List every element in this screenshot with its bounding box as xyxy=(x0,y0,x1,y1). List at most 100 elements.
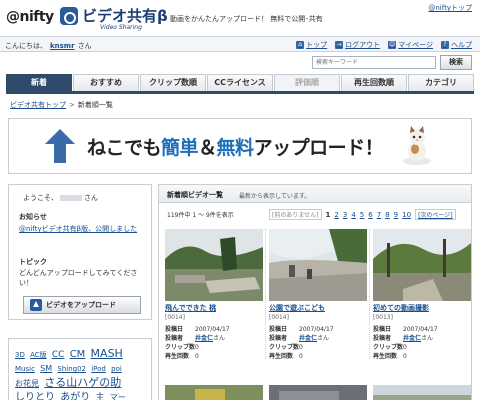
tag-link[interactable]: あがり xyxy=(60,392,90,400)
video-thumbnail[interactable] xyxy=(269,229,367,301)
poster-suffix: さん xyxy=(421,335,434,342)
page-10[interactable]: 10 xyxy=(402,211,411,219)
page-2[interactable]: 2 xyxy=(334,211,338,219)
page-8[interactable]: 8 xyxy=(385,211,389,219)
top-link-logout-label: ログアウト xyxy=(345,41,381,49)
tag-link[interactable]: AC版 xyxy=(30,351,47,359)
welcome-suffix: さん xyxy=(84,194,98,202)
tag-link[interactable]: MASH xyxy=(91,347,123,360)
pager: 119件中 1 ～ 9件を表示 [前のありません] 1 2 3 4 5 6 7 … xyxy=(159,207,471,221)
poster-link[interactable]: 井金仁 xyxy=(299,334,317,343)
video-card: 飛んでできた 桃 [0014] 投稿日 2007/04/17 投稿者 井金仁 さん ク… xyxy=(165,229,263,361)
plays-count: 0 xyxy=(195,353,199,360)
blurred-username xyxy=(60,195,82,201)
tab-new[interactable]: 新着 xyxy=(6,74,72,91)
plays-label: 再生回数 xyxy=(269,353,294,360)
tab-play-count[interactable]: 再生回数順 xyxy=(341,74,407,91)
logout-icon: → xyxy=(335,41,344,49)
tag-link[interactable]: iPod xyxy=(91,365,106,373)
tag-link[interactable]: Music xyxy=(15,365,35,373)
next-page-link[interactable]: [次のページ] xyxy=(415,209,456,220)
tag-link[interactable]: しりとり xyxy=(15,392,55,400)
posted-label: 投稿日 xyxy=(165,326,184,333)
video-title-link[interactable]: 飛んでできた 桃 xyxy=(165,304,216,312)
tag-link[interactable]: Shing02 xyxy=(57,365,86,373)
top-link-help-label: ヘルプ xyxy=(451,41,472,49)
video-title-link[interactable]: 初めての動画撮影 xyxy=(373,304,429,312)
top-link-home[interactable]: ⌂ トップ xyxy=(296,40,327,50)
page-3[interactable]: 3 xyxy=(343,211,347,219)
search-button[interactable]: 検索 xyxy=(440,55,472,70)
video-thumbnail[interactable] xyxy=(269,385,367,400)
video-thumbnail[interactable] xyxy=(373,385,471,400)
poster-link[interactable]: 井金仁 xyxy=(195,334,213,343)
video-sharing-logo[interactable]: ビデオ共有β Video Sharing xyxy=(60,5,168,33)
tag-link[interactable]: SM xyxy=(40,364,52,373)
tab-cc-license[interactable]: CCライセンス xyxy=(207,74,273,91)
page-7[interactable]: 7 xyxy=(377,211,381,219)
tagline: 動画をかんたんアップロード！ 無料で公開･共有 xyxy=(170,15,323,23)
breadcrumb: ビデオ共有トップ > 新着順一覧 xyxy=(10,100,113,110)
banner-text-e: アップロード！ xyxy=(253,137,384,159)
tag-link[interactable]: CM xyxy=(70,349,86,360)
video-id: [0014] xyxy=(165,314,185,321)
tab-recommended[interactable]: おすすめ xyxy=(73,74,139,91)
page-9[interactable]: 9 xyxy=(394,211,398,219)
video-list: 新着順ビデオ一覧 最新から表示しています。 119件中 1 ～ 9件を表示 [前… xyxy=(158,184,472,400)
home-icon: ⌂ xyxy=(296,41,305,49)
sidebar: ようこそ、 さん お知らせ @niftyビデオ共有β版、公開しました トピック ど… xyxy=(8,184,152,320)
top-link-logout[interactable]: → ログアウト xyxy=(335,40,380,50)
clips-label: クリップ数 xyxy=(165,344,196,351)
welcome-text: ようこそ、 さん xyxy=(23,193,98,203)
poster-suffix: さん xyxy=(317,335,330,342)
poster-link[interactable]: 井金仁 xyxy=(403,334,421,343)
video-meta: 投稿日 2007/04/17 投稿者 井金仁 さん クリップ数 0 再生回数 0 xyxy=(165,325,263,361)
video-title-link[interactable]: 公園で遊ぶこども xyxy=(269,304,325,312)
service-title: ビデオ共有β xyxy=(82,7,168,25)
tag-link[interactable]: 主 xyxy=(95,393,104,400)
tag-link[interactable]: さる山ハゲの助 xyxy=(44,376,121,389)
upload-video-button[interactable]: ビデオをアップロード xyxy=(23,296,141,314)
poster-label: 投稿者 xyxy=(269,335,288,342)
top-link-help[interactable]: ? ヘルプ xyxy=(441,40,472,50)
breadcrumb-home[interactable]: ビデオ共有トップ xyxy=(10,101,66,109)
video-thumbnail[interactable] xyxy=(165,229,263,301)
video-id: [0013] xyxy=(373,314,393,321)
nifty-top-link[interactable]: @niftyトップ xyxy=(428,3,472,13)
posted-label: 投稿日 xyxy=(269,326,288,333)
upload-banner[interactable]: ねこでも簡単＆無料アップロード！ xyxy=(8,118,472,174)
tag-link[interactable]: poi xyxy=(111,365,122,373)
top-link-mypage[interactable]: ☺ マイページ xyxy=(388,40,433,50)
page-6[interactable]: 6 xyxy=(368,211,372,219)
video-meta: 投稿日 2007/04/17 投稿者 井金仁 さん クリップ数 0 再生回数 0 xyxy=(269,325,367,361)
upload-video-button-label: ビデオをアップロード xyxy=(46,301,116,309)
page-4[interactable]: 4 xyxy=(351,211,355,219)
clips-count: 0 xyxy=(403,344,407,351)
tag-link[interactable]: マー xyxy=(110,393,126,400)
tab-clip-count[interactable]: クリップ数順 xyxy=(140,74,206,91)
video-id: [0014] xyxy=(269,314,289,321)
service-subtitle: Video Sharing xyxy=(100,24,142,31)
top-links: ⌂ トップ → ログアウト ☺ マイページ ? ヘルプ xyxy=(296,40,472,50)
tab-category[interactable]: カテゴリ xyxy=(408,74,474,91)
page-5[interactable]: 5 xyxy=(360,211,364,219)
username-link[interactable]: knsmr xyxy=(50,42,75,50)
clips-label: クリップ数 xyxy=(269,344,300,351)
tab-rating: 評価順 xyxy=(274,74,340,91)
notice-heading: お知らせ xyxy=(19,213,47,221)
video-meta: 投稿日 2007/04/17 投稿者 井金仁 さん クリップ数 0 再生回数 0 xyxy=(373,325,471,361)
video-thumbnail[interactable] xyxy=(165,385,263,400)
video-list-title: 新着順ビデオ一覧 xyxy=(167,191,223,199)
notice-link[interactable]: @niftyビデオ共有β版、公開しました xyxy=(19,224,149,234)
nifty-logo[interactable]: @nifty xyxy=(6,9,54,25)
poster-suffix: さん xyxy=(213,335,226,342)
clips-count: 0 xyxy=(299,344,303,351)
tag-link[interactable]: 3D xyxy=(15,351,25,359)
prev-page-disabled: [前のありません] xyxy=(269,209,322,220)
search-input[interactable] xyxy=(312,56,436,69)
tag-link[interactable]: お花見 xyxy=(15,379,39,388)
tag-link[interactable]: CC xyxy=(52,350,65,360)
video-camera-icon xyxy=(60,7,78,25)
topic-text: どんどんアップロードしてみてください！ xyxy=(19,269,138,287)
video-thumbnail[interactable] xyxy=(373,229,471,301)
